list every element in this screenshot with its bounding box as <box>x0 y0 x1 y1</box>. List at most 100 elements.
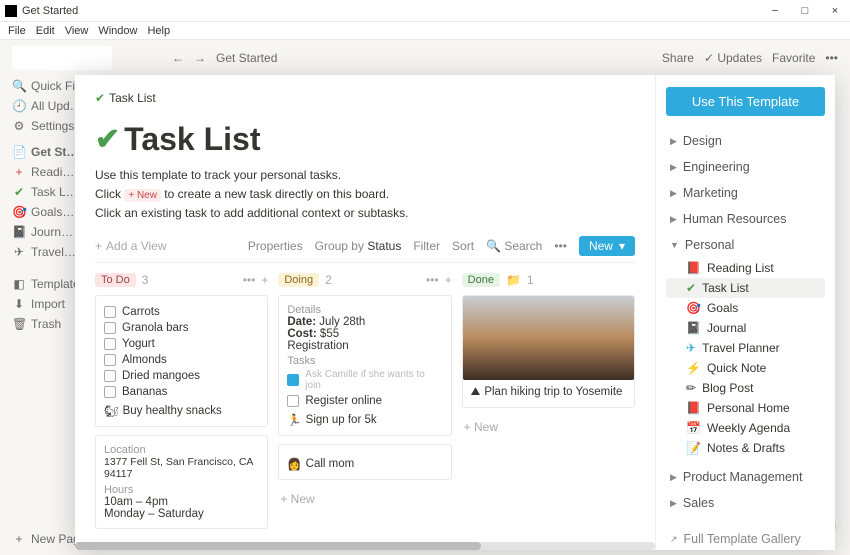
section-sales[interactable]: ▶Sales <box>666 490 825 516</box>
chevron-right-icon: ▶ <box>670 136 677 147</box>
check-icon: ✔ <box>95 91 105 105</box>
section-personal[interactable]: ▼Personal <box>666 232 825 258</box>
more-button[interactable]: ••• <box>825 51 838 65</box>
add-view-button[interactable]: + Add a View <box>95 239 167 253</box>
column-add[interactable]: + <box>261 273 268 287</box>
target-icon: 🎯 <box>12 205 26 219</box>
minimize-button[interactable]: − <box>760 0 790 22</box>
chevron-right-icon: ▶ <box>670 188 677 199</box>
tmpl-reading-list[interactable]: 📕Reading List <box>666 258 825 278</box>
menu-view[interactable]: View <box>65 25 89 37</box>
checkbox[interactable] <box>104 322 116 334</box>
section-hr[interactable]: ▶Human Resources <box>666 206 825 232</box>
person-icon: 👩 <box>287 457 301 471</box>
filter-button[interactable]: Filter <box>413 239 440 253</box>
gear-icon: ⚙ <box>12 119 26 133</box>
template-modal: ✔Task List ✔Task List Use this template … <box>75 75 835 550</box>
book-icon: 📕 <box>686 401 701 415</box>
check-icon: ✔ <box>12 185 26 199</box>
check-icon: ✔ <box>95 122 120 157</box>
squirrel-icon: 🐿 <box>104 404 119 418</box>
tmpl-goals[interactable]: 🎯Goals <box>666 298 825 318</box>
sort-button[interactable]: Sort <box>452 239 474 253</box>
chevron-down-icon: ▾ <box>619 239 625 253</box>
search-button[interactable]: 🔍 Search <box>486 239 542 253</box>
plus-icon: + <box>12 165 26 179</box>
target-icon: 🎯 <box>686 301 701 315</box>
add-card-doing[interactable]: + New <box>278 488 451 510</box>
notes-icon: 📝 <box>686 441 701 455</box>
properties-button[interactable]: Properties <box>248 239 303 253</box>
template-sidepanel: Use This Template ▶Design ▶Engineering ▶… <box>655 75 835 550</box>
updates-button[interactable]: ✓ Updates <box>704 51 762 65</box>
chevron-down-icon: ▼ <box>670 240 679 250</box>
checkbox[interactable] <box>104 370 116 382</box>
menu-file[interactable]: File <box>8 25 26 37</box>
window-title: Get Started <box>22 5 78 17</box>
section-marketing[interactable]: ▶Marketing <box>666 180 825 206</box>
add-card-done[interactable]: + New <box>462 416 635 438</box>
bolt-icon: ⚡ <box>686 361 701 375</box>
nav-forward[interactable]: → <box>194 51 206 65</box>
checkbox[interactable] <box>104 306 116 318</box>
tmpl-task-list[interactable]: ✔Task List <box>666 278 825 298</box>
titlebar: Get Started − □ × <box>0 0 850 22</box>
page-title: ✔Task List <box>95 121 635 158</box>
section-design[interactable]: ▶Design <box>666 128 825 154</box>
use-template-button[interactable]: Use This Template <box>666 87 825 116</box>
tmpl-travel-planner[interactable]: ✈Travel Planner <box>666 338 825 358</box>
column-more[interactable]: ••• <box>243 273 256 287</box>
nav-back[interactable]: ← <box>172 51 184 65</box>
column-count: 1 <box>527 273 534 287</box>
runner-icon: 🏃 <box>287 413 301 427</box>
column-todo: To Do 3 ••• + Carrots Granola bars Yogur… <box>95 273 268 537</box>
section-engineering[interactable]: ▶Engineering <box>666 154 825 180</box>
workspace-switcher[interactable] <box>12 46 112 70</box>
card-call-mom[interactable]: 👩Call mom <box>278 444 451 480</box>
trash-icon: 🗑 <box>12 317 26 331</box>
new-button[interactable]: New ▾ <box>579 236 635 256</box>
app-icon <box>5 5 17 17</box>
menu-help[interactable]: Help <box>147 25 170 37</box>
card-yosemite[interactable]: ⛰Plan hiking trip to Yosemite <box>462 295 635 408</box>
menu-edit[interactable]: Edit <box>36 25 55 37</box>
column-count: 2 <box>325 273 332 287</box>
toolbar-more[interactable]: ••• <box>554 239 567 253</box>
topbar: ← → Get Started Share ✓ Updates Favorite… <box>160 40 850 76</box>
checkbox[interactable] <box>104 386 116 398</box>
groupby-button[interactable]: Group by Status <box>315 239 402 253</box>
tmpl-journal[interactable]: 📓Journal <box>666 318 825 338</box>
checkbox[interactable] <box>287 395 299 407</box>
journal-icon: 📓 <box>12 225 26 239</box>
card-location[interactable]: Location 1377 Fell St, San Francisco, CA… <box>95 435 268 529</box>
plane-icon: ✈ <box>12 245 26 259</box>
import-icon: ⬇ <box>12 297 26 311</box>
favorite-button[interactable]: Favorite <box>772 51 815 65</box>
close-button[interactable]: × <box>820 0 850 22</box>
menu-window[interactable]: Window <box>98 25 137 37</box>
section-product-management[interactable]: ▶Product Management <box>666 464 825 490</box>
breadcrumb[interactable]: Get Started <box>216 51 277 65</box>
full-template-gallery[interactable]: ↗Full Template Gallery <box>666 526 825 550</box>
horizontal-scrollbar[interactable] <box>75 542 655 550</box>
checkbox[interactable] <box>104 354 116 366</box>
tmpl-weekly-agenda[interactable]: 📅Weekly Agenda <box>666 418 825 438</box>
tmpl-personal-home[interactable]: 📕Personal Home <box>666 398 825 418</box>
card-buy-snacks[interactable]: Carrots Granola bars Yogurt Almonds Drie… <box>95 295 268 427</box>
modal-breadcrumb[interactable]: ✔Task List <box>95 91 635 105</box>
tmpl-quick-note[interactable]: ⚡Quick Note <box>666 358 825 378</box>
share-button[interactable]: Share <box>662 51 694 65</box>
menubar: File Edit View Window Help <box>0 22 850 40</box>
card-signup-5k[interactable]: Details Date: July 28th Cost: $55 Regist… <box>278 295 451 436</box>
maximize-button[interactable]: □ <box>790 0 820 22</box>
column-more[interactable]: ••• <box>426 273 439 287</box>
checkbox[interactable] <box>104 338 116 350</box>
column-add[interactable]: + <box>445 273 452 287</box>
tmpl-notes-drafts[interactable]: 📝Notes & Drafts <box>666 438 825 458</box>
checkbox[interactable] <box>287 374 299 386</box>
book-icon: 📕 <box>686 261 701 275</box>
clock-icon: 🕘 <box>12 99 26 113</box>
column-count: 3 <box>142 273 149 287</box>
new-chip: + New <box>124 189 161 202</box>
tmpl-blog-post[interactable]: ✏Blog Post <box>666 378 825 398</box>
